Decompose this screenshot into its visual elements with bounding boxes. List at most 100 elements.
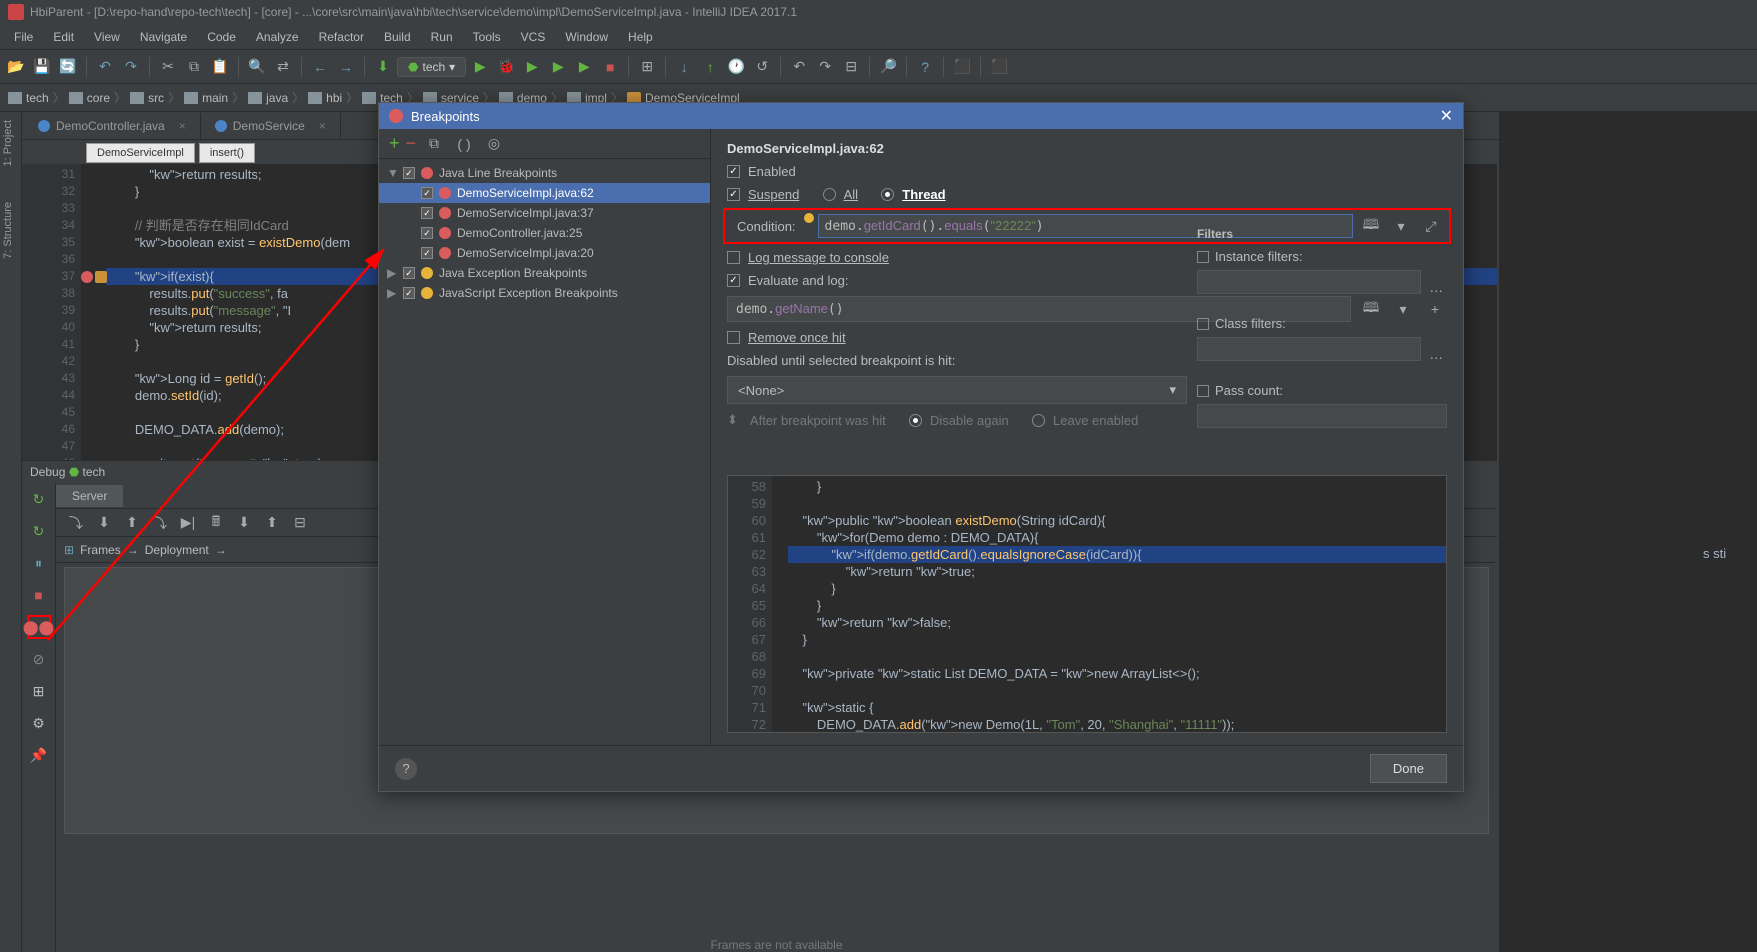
cut-icon[interactable]: ✂: [156, 55, 180, 79]
pass-count-input[interactable]: [1197, 404, 1447, 428]
debug-icon[interactable]: 🐞: [494, 55, 518, 79]
crumb-tech[interactable]: tech: [8, 91, 49, 105]
forward-icon[interactable]: →: [334, 55, 358, 79]
eval-expr-icon[interactable]: 🖩: [204, 511, 228, 535]
history-fwd-icon[interactable]: ↷: [813, 55, 837, 79]
coverage-icon[interactable]: ▶: [520, 55, 544, 79]
bp-item[interactable]: ✓DemoServiceImpl.java:20: [379, 243, 710, 263]
menu-run[interactable]: Run: [421, 26, 463, 48]
run-to-cursor-icon[interactable]: ▶|: [176, 511, 200, 535]
bp-group[interactable]: ▼✓Java Line Breakpoints: [379, 163, 710, 183]
bp-item[interactable]: ✓DemoServiceImpl.java:62: [379, 183, 710, 203]
remove-once-checkbox[interactable]: [727, 331, 740, 344]
menu-vcs[interactable]: VCS: [511, 26, 556, 48]
tree-group-icon[interactable]: ( ): [452, 132, 476, 156]
layout-icon[interactable]: ⊞: [635, 55, 659, 79]
structure-tool-tab[interactable]: 7: Structure: [0, 194, 16, 267]
force-step-icon[interactable]: ⤵: [148, 511, 172, 535]
paste-icon[interactable]: 📋: [208, 55, 232, 79]
menu-build[interactable]: Build: [374, 26, 421, 48]
bp-group[interactable]: ▶✓JavaScript Exception Breakpoints: [379, 283, 710, 303]
disable-again-radio[interactable]: [909, 414, 922, 427]
deployment-tab[interactable]: Deployment: [145, 543, 209, 557]
frames-tab[interactable]: Frames: [80, 543, 121, 557]
menu-analyze[interactable]: Analyze: [246, 26, 309, 48]
redo-icon[interactable]: ↷: [119, 55, 143, 79]
sync-icon[interactable]: 🔄: [56, 55, 80, 79]
run-icon[interactable]: ▶: [468, 55, 492, 79]
close-icon[interactable]: ✕: [1440, 106, 1453, 126]
class-filter-checkbox[interactable]: [1197, 318, 1209, 330]
vcs-commit-icon[interactable]: ↑: [698, 55, 722, 79]
help-icon[interactable]: ?: [913, 55, 937, 79]
step-smart-icon[interactable]: ⬇: [232, 511, 256, 535]
editor-tab[interactable]: DemoController.java×: [24, 113, 201, 139]
crumb-core[interactable]: core: [69, 91, 110, 105]
editor-gutter[interactable]: 313233343536373839404142434445464748: [22, 164, 82, 460]
vcs-update-icon[interactable]: ↓: [672, 55, 696, 79]
save-icon[interactable]: 💾: [30, 55, 54, 79]
editor-tab[interactable]: DemoService×: [201, 113, 341, 139]
layout-debug-icon[interactable]: ⊞: [27, 679, 51, 703]
build-icon[interactable]: ⬇: [371, 55, 395, 79]
rerun-icon[interactable]: ↻: [27, 487, 51, 511]
menu-file[interactable]: File: [4, 26, 43, 48]
jrebel2-icon[interactable]: ⬛: [987, 55, 1011, 79]
crumb-src[interactable]: src: [130, 91, 164, 105]
suspend-all-radio[interactable]: [823, 188, 836, 201]
structure-icon[interactable]: ⊟: [839, 55, 863, 79]
resume-icon[interactable]: ↻: [27, 519, 51, 543]
menu-window[interactable]: Window: [555, 26, 618, 48]
vcs-history-icon[interactable]: 🕐: [724, 55, 748, 79]
class-filter-input[interactable]: [1197, 337, 1421, 361]
log-checkbox[interactable]: [727, 251, 740, 264]
menu-help[interactable]: Help: [618, 26, 663, 48]
bp-item[interactable]: ✓DemoServiceImpl.java:37: [379, 203, 710, 223]
class-chip[interactable]: DemoServiceImpl: [86, 143, 195, 163]
class-more-icon[interactable]: …: [1425, 342, 1447, 366]
run-config-selector[interactable]: ⬣ tech ▾: [397, 57, 466, 77]
leave-enabled-radio[interactable]: [1032, 414, 1045, 427]
tree-copy-icon[interactable]: ⧉: [422, 132, 446, 156]
pass-count-checkbox[interactable]: [1197, 385, 1209, 397]
history-back-icon[interactable]: ↶: [787, 55, 811, 79]
search-everywhere-icon[interactable]: 🔎: [876, 55, 900, 79]
suspend-thread-radio[interactable]: [881, 188, 894, 201]
jrebel-icon[interactable]: ⬛: [950, 55, 974, 79]
pause-icon[interactable]: ⏸: [27, 551, 51, 575]
attach-icon[interactable]: ▶: [572, 55, 596, 79]
menu-tools[interactable]: Tools: [463, 26, 511, 48]
step-over-icon[interactable]: ⤵: [64, 511, 88, 535]
enabled-checkbox[interactable]: [727, 165, 740, 178]
copy-icon[interactable]: ⧉: [182, 55, 206, 79]
bp-group[interactable]: ▶✓Java Exception Breakpoints: [379, 263, 710, 283]
view-breakpoints-icon[interactable]: ⬤⬤: [27, 615, 51, 639]
done-button[interactable]: Done: [1370, 754, 1447, 783]
profile-icon[interactable]: ▶: [546, 55, 570, 79]
tree-view-icon[interactable]: ◎: [482, 132, 506, 156]
settings-debug-icon[interactable]: ⚙: [27, 711, 51, 735]
help-button-icon[interactable]: ?: [395, 758, 417, 780]
remove-breakpoint-icon[interactable]: −: [406, 133, 417, 154]
menu-navigate[interactable]: Navigate: [130, 26, 197, 48]
method-chip[interactable]: insert(): [199, 143, 255, 163]
menu-view[interactable]: View: [84, 26, 130, 48]
suspend-checkbox[interactable]: [727, 188, 740, 201]
instance-filter-input[interactable]: [1197, 270, 1421, 294]
pin-icon[interactable]: 📌: [27, 743, 51, 767]
crumb-java[interactable]: java: [248, 91, 288, 105]
mute-bp-icon[interactable]: ⊘: [27, 647, 51, 671]
project-tool-tab[interactable]: 1: Project: [0, 112, 16, 174]
crumb-hbi[interactable]: hbi: [308, 91, 342, 105]
step-out-icon[interactable]: ⬆: [120, 511, 144, 535]
crumb-main[interactable]: main: [184, 91, 228, 105]
stop-icon[interactable]: ■: [598, 55, 622, 79]
step-force-out-icon[interactable]: ⬆: [260, 511, 284, 535]
instance-filter-checkbox[interactable]: [1197, 251, 1209, 263]
breakpoint-tree[interactable]: ▼✓Java Line Breakpoints✓DemoServiceImpl.…: [379, 159, 710, 745]
instance-more-icon[interactable]: …: [1425, 275, 1447, 299]
open-icon[interactable]: 📂: [4, 55, 28, 79]
stop-debug-icon[interactable]: ■: [27, 583, 51, 607]
find-icon[interactable]: 🔍: [245, 55, 269, 79]
dialog-titlebar[interactable]: Breakpoints ✕: [379, 103, 1463, 129]
